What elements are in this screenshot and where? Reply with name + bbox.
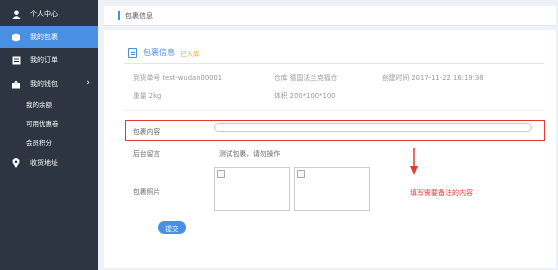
sidebar-item-label: 我的余额 xyxy=(26,101,52,109)
sidebar-item-my-wallet[interactable]: 我的钱包 › xyxy=(0,73,98,95)
sidebar-item-label: 个人中心 xyxy=(30,10,58,18)
user-icon xyxy=(8,9,24,19)
package-icon xyxy=(8,33,24,42)
weight: 重量 2kg xyxy=(133,92,162,100)
sidebar: 个人中心 我的包裹 我的订单 我的钱包 › 我的余额 可用优惠卷 会员积分 收货… xyxy=(0,0,98,270)
package-photo-1[interactable] xyxy=(214,167,290,211)
sidebar-item-label: 收货地址 xyxy=(30,159,58,167)
sidebar-item-profile[interactable]: 个人中心 xyxy=(0,3,98,25)
sidebar-item-my-packages[interactable]: 我的包裹 xyxy=(0,26,98,48)
sidebar-subitem-points[interactable]: 会员积分 xyxy=(0,134,98,150)
tracking-number: 到货单号 test-wudan00001 xyxy=(133,74,223,82)
backend-message: 测试包裹，请勿操作 xyxy=(219,150,281,158)
package-info-panel: 包裹信息 已入库 到货单号 test-wudan00001 仓库 德国法兰克福仓… xyxy=(104,30,556,268)
sidebar-item-my-orders[interactable]: 我的订单 xyxy=(0,49,98,71)
warehouse: 仓库 德国法兰克福仓 xyxy=(274,74,338,82)
document-icon xyxy=(128,47,137,58)
breadcrumb-marker xyxy=(118,11,120,20)
annotation-text: 填写需要备注的内容 xyxy=(410,189,473,197)
wallet-icon xyxy=(8,80,24,89)
breadcrumb: 包裹信息 xyxy=(104,6,556,26)
panel-title: 包裹信息 xyxy=(143,48,175,57)
backend-message-label: 后台留言 xyxy=(133,150,161,158)
sidebar-item-label: 我的包裹 xyxy=(30,33,58,41)
arrow-down-icon xyxy=(410,148,418,175)
sidebar-item-label: 可用优惠卷 xyxy=(26,120,59,128)
created-time: 创建时间 2017-11-22 16:19:38 xyxy=(382,74,484,82)
chevron-right-icon[interactable]: › xyxy=(86,78,90,88)
broken-image-icon xyxy=(297,170,305,178)
main-content: 包裹信息 包裹信息 已入库 到货单号 test-wudan00001 仓库 德国… xyxy=(98,0,558,270)
highlight-box xyxy=(125,120,545,141)
status-badge: 已入库 xyxy=(180,49,200,58)
location-icon xyxy=(8,158,24,168)
order-icon xyxy=(8,56,24,65)
package-photo-2[interactable] xyxy=(294,167,370,211)
broken-image-icon xyxy=(217,170,225,178)
sidebar-subitem-coupons[interactable]: 可用优惠卷 xyxy=(0,115,98,131)
sidebar-item-label: 会员积分 xyxy=(26,139,52,147)
photo-label: 包裹照片 xyxy=(133,188,161,196)
sidebar-subitem-balance[interactable]: 我的余额 xyxy=(0,96,98,112)
sidebar-item-label: 我的钱包 xyxy=(30,80,58,88)
panel-header: 包裹信息 已入库 xyxy=(124,42,544,64)
volume: 体积 200*100*100 xyxy=(274,92,336,100)
divider xyxy=(124,110,544,111)
sidebar-item-label: 我的订单 xyxy=(30,56,58,64)
submit-button[interactable]: 提交 xyxy=(158,221,186,234)
breadcrumb-text: 包裹信息 xyxy=(125,11,153,20)
sidebar-item-address[interactable]: 收货地址 xyxy=(0,152,98,174)
